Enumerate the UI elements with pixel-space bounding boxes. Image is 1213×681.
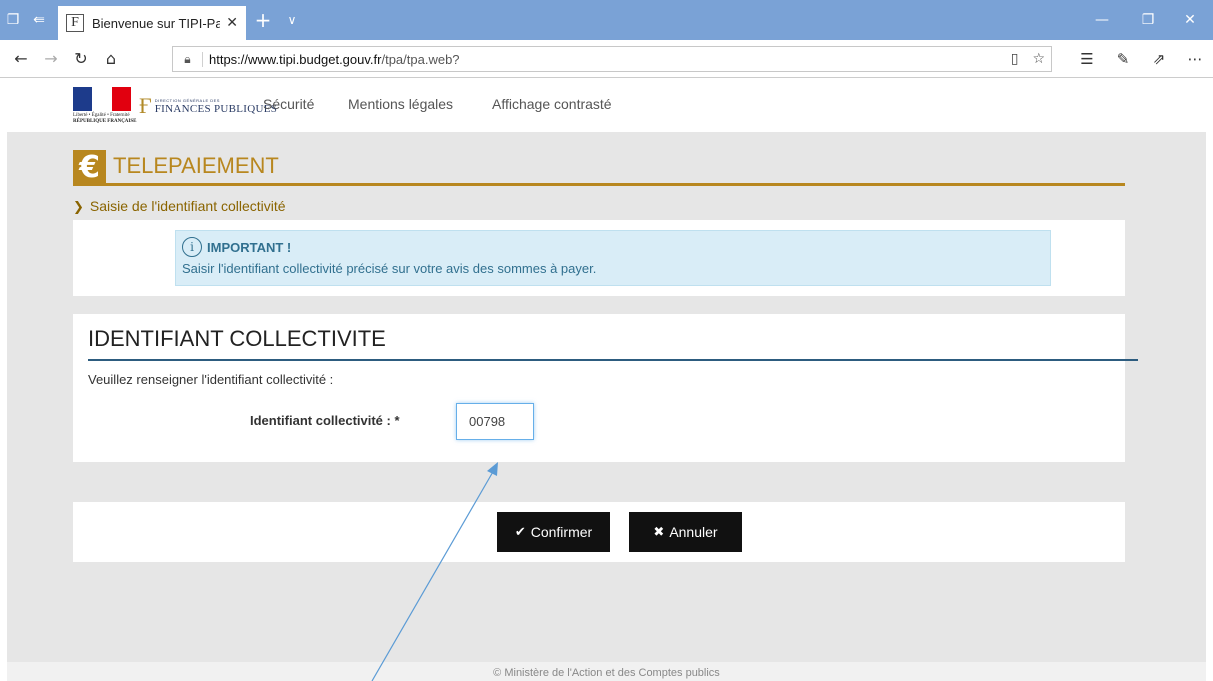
tabs-aside-icon[interactable]: ⇚ [26,0,52,40]
browser-tab[interactable]: F Bienvenue sur TIPI-Paie ✕ [58,6,246,40]
check-circle-icon: ✔ [514,524,526,540]
breadcrumb-label: Saisie de l'identifiant collectivité [89,198,286,214]
close-window-icon[interactable]: ✕ [1167,0,1213,40]
favorite-star-icon[interactable]: ☆ [1032,51,1045,67]
tab-title: Bienvenue sur TIPI-Paie [92,15,221,31]
nav-link-affichage-contraste[interactable]: Affichage contrasté [492,96,612,112]
form-intro: Veuillez renseigner l'identifiant collec… [88,372,334,387]
info-icon: i [182,237,202,257]
identifiant-label: Identifiant collectivité : * [250,413,400,428]
browser-navbar: ← → ↻ ⌂ 🔒︎ https://www.tipi.budget.gouv.… [0,40,1213,78]
address-bar[interactable]: 🔒︎ https://www.tipi.budget.gouv.fr/tpa/t… [172,46,1052,72]
lock-icon: 🔒︎ [173,51,203,67]
marianne-flag-icon [73,87,131,111]
chevron-right-icon: ❯ [73,200,84,215]
page-title: TELEPAIEMENT [113,153,279,178]
alert-heading: IMPORTANT ! [207,239,292,255]
url-text[interactable]: https://www.tipi.budget.gouv.fr/tpa/tpa.… [203,52,460,67]
euro-icon: € [73,150,106,185]
page-title-bar: € TELEPAIEMENT [73,148,1125,186]
form-title: IDENTIFIANT COLLECTIVITE [88,326,386,351]
identifiant-form-panel: IDENTIFIANT COLLECTIVITE Veuillez rensei… [73,314,1138,462]
favorites-icon[interactable]: ☰ [1069,50,1105,68]
fp-mark-icon: Ғ [139,93,152,118]
chevron-down-icon[interactable]: ∨ [280,0,304,40]
more-icon[interactable]: ⋯ [1177,50,1213,68]
identifiant-collectivite-input[interactable] [456,403,534,440]
form-divider [88,359,1138,361]
nav-link-mentions-legales[interactable]: Mentions légales [348,96,453,112]
main-content: € TELEPAIEMENT ❯ Saisie de l'identifiant … [7,132,1206,662]
cancel-button[interactable]: ✖ Annuler [629,512,742,552]
republique-francaise-logo[interactable]: Liberté • Égalité • Fraternité RÉPUBLIQU… [73,87,136,125]
finances-publiques-logo[interactable]: Ғ DIRECTION GÉNÉRALE DES FINANCES PUBLIQ… [139,93,277,119]
favicon-icon: F [66,14,84,32]
back-icon[interactable]: ← [6,40,36,78]
confirm-button[interactable]: ✔ Confirmer [497,512,610,552]
actions-panel: ✔ Confirmer ✖ Annuler [73,502,1125,562]
forward-icon[interactable]: → [36,40,66,78]
footer: © Ministère de l'Action et des Comptes p… [7,662,1206,681]
info-panel: i IMPORTANT ! Saisir l'identifiant colle… [73,220,1125,296]
share-icon[interactable]: ⇗ [1141,50,1177,68]
refresh-icon[interactable]: ↻ [66,40,96,78]
x-icon: ✖ [653,524,665,540]
site-header: Liberté • Égalité • Fraternité RÉPUBLIQU… [0,79,1213,132]
reading-view-icon[interactable]: ▯ [1011,51,1019,67]
close-tab-icon[interactable]: ✕ [226,15,238,31]
new-tab-icon[interactable]: + [246,0,280,40]
breadcrumb: ❯ Saisie de l'identifiant collectivité [73,198,286,215]
nav-link-securite[interactable]: Sécurité [263,96,314,112]
pen-icon[interactable]: ✎ [1105,50,1141,68]
alert-body: Saisir l'identifiant collectivité précis… [182,261,597,276]
tab-set-aside-icon[interactable]: ❐ [0,0,26,40]
browser-titlebar: ❐ ⇚ F Bienvenue sur TIPI-Paie ✕ + ∨ [0,0,1213,40]
important-alert: i IMPORTANT ! Saisir l'identifiant colle… [175,230,1051,286]
home-icon[interactable]: ⌂ [96,40,126,78]
minimize-icon[interactable]: — [1079,0,1125,40]
restore-icon[interactable]: ❐ [1125,0,1171,40]
